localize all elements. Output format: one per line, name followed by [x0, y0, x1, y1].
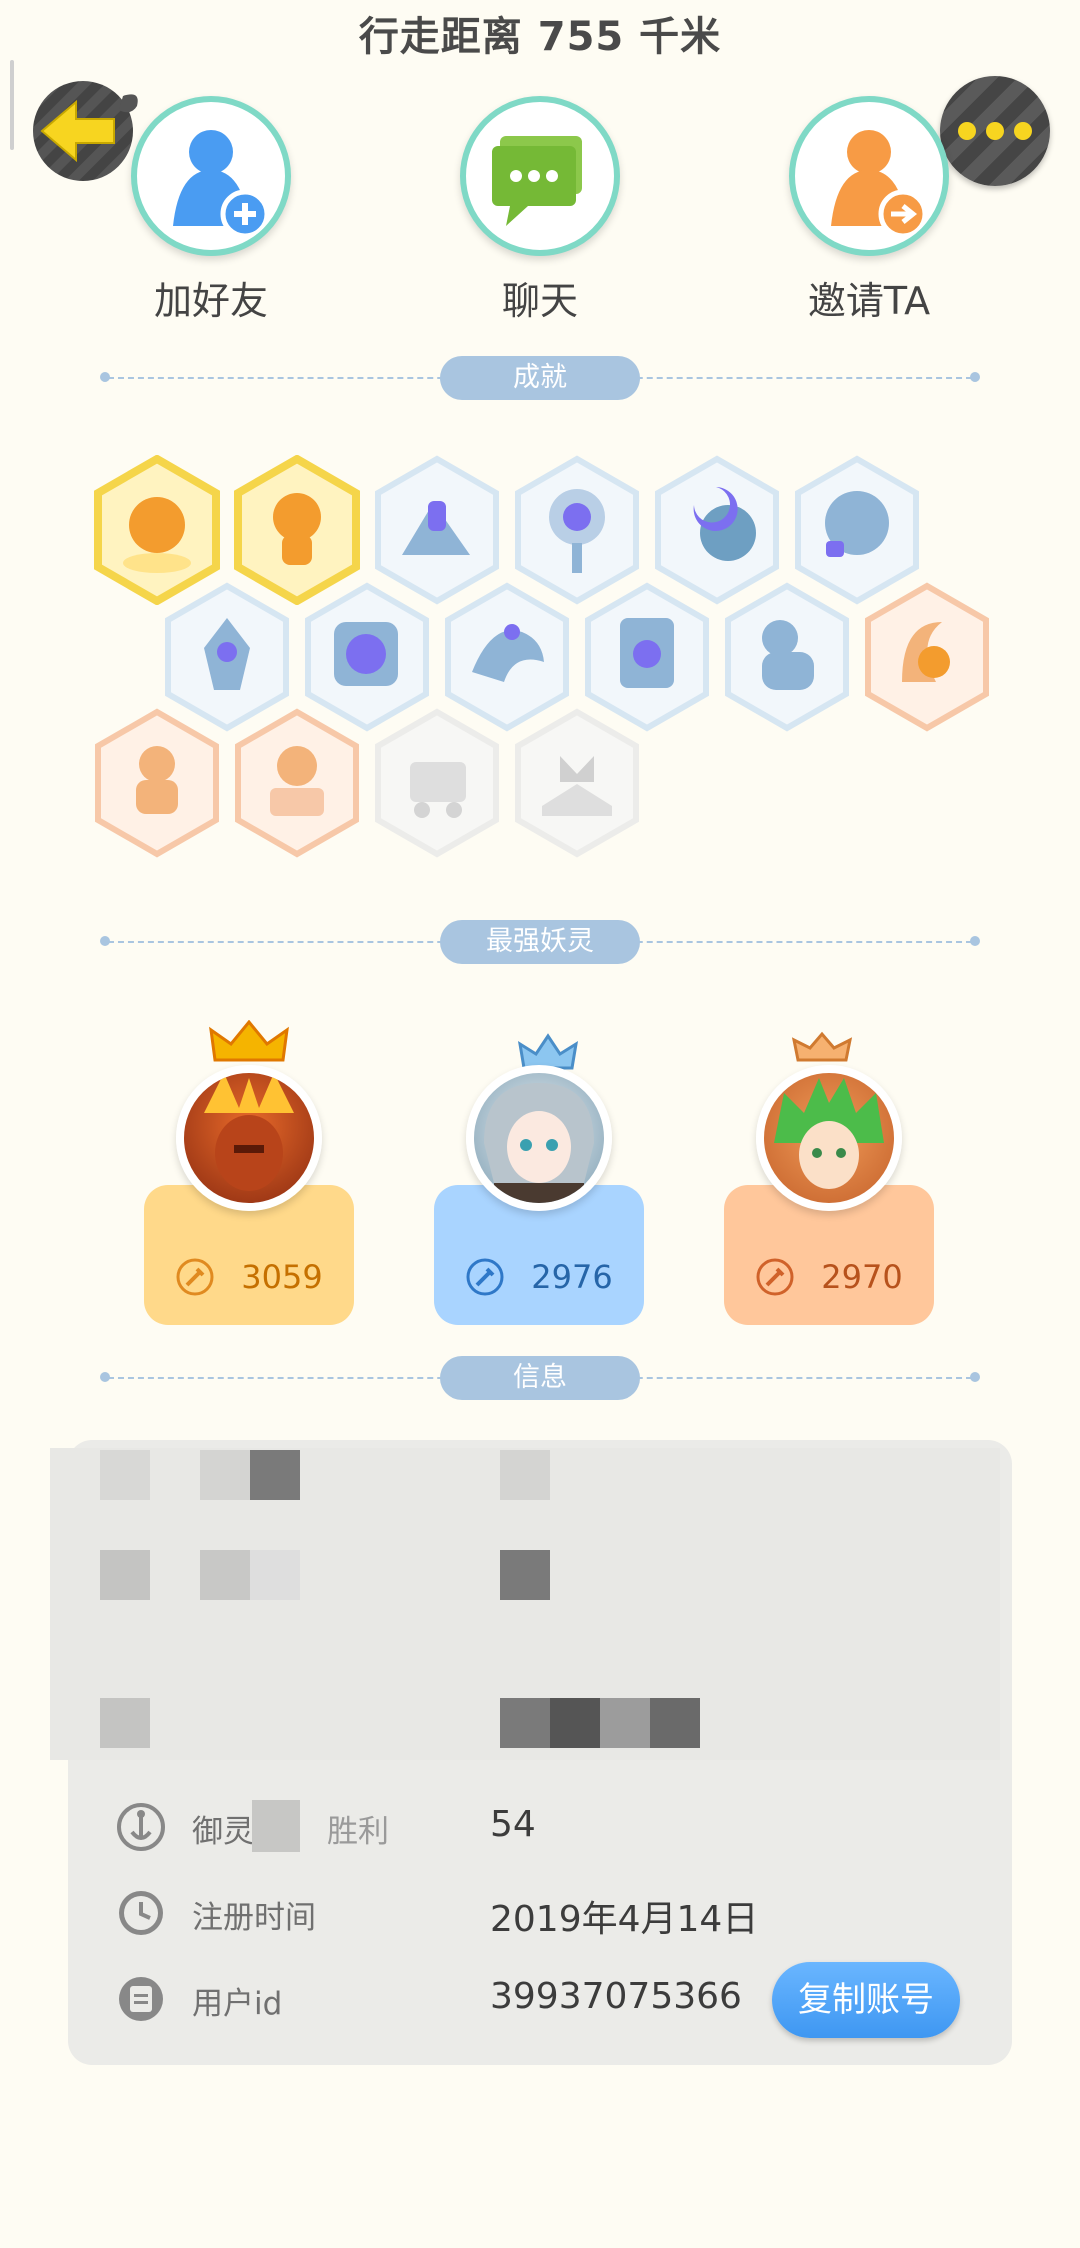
spirit-icon — [117, 1803, 165, 1851]
info-section-header: 信息 — [100, 1356, 980, 1400]
info-key-suffix: 胜利 — [327, 1814, 389, 1850]
clock-icon — [119, 1891, 163, 1935]
achievement-badge[interactable] — [512, 708, 642, 858]
achievement-badge[interactable] — [722, 582, 852, 732]
achievement-badges — [0, 0, 1080, 900]
info-row-register-time: 注册时间 2019年4月14日 — [112, 1882, 972, 1942]
spirit-score: 2970 — [724, 1252, 934, 1302]
sword-icon — [466, 1258, 504, 1296]
spirit-portrait — [466, 1065, 612, 1211]
spirit-score-value: 3059 — [241, 1258, 323, 1296]
info-value: 39937075366 — [490, 1976, 742, 2017]
sword-icon — [176, 1258, 214, 1296]
redacted-area — [50, 1448, 1000, 1760]
info-key: 注册时间 — [192, 1900, 316, 1936]
spirit-card[interactable]: 2970 — [724, 1020, 934, 1325]
spirit-score-value: 2970 — [821, 1258, 903, 1296]
copy-account-button[interactable]: 复制账号 — [772, 1962, 960, 2038]
info-title: 信息 — [440, 1356, 640, 1400]
spirit-portrait — [756, 1065, 902, 1211]
achievement-badge[interactable] — [372, 708, 502, 858]
achievement-badge[interactable] — [862, 582, 992, 732]
spirit-portrait — [176, 1065, 322, 1211]
crown-gold-icon — [209, 1020, 289, 1062]
info-value: 54 — [490, 1804, 536, 1845]
info-value: 2019年4月14日 — [490, 1899, 759, 1940]
achievement-badge[interactable] — [92, 708, 222, 858]
spirit-card[interactable]: 2976 — [434, 1020, 644, 1325]
info-row-spirit-wins: 御灵 胜利 54 — [112, 1796, 972, 1856]
spirit-card[interactable]: 3059 — [144, 1020, 354, 1325]
strongest-title: 最强妖灵 — [440, 920, 640, 964]
spirit-score: 3059 — [144, 1252, 354, 1302]
spirit-score-value: 2976 — [531, 1258, 613, 1296]
info-key: 御灵 — [192, 1814, 254, 1850]
achievement-badge[interactable] — [232, 708, 362, 858]
sword-icon — [756, 1258, 794, 1296]
info-key: 用户id — [192, 1986, 283, 2022]
spirit-score: 2976 — [434, 1252, 644, 1302]
strongest-section-header: 最强妖灵 — [100, 920, 980, 964]
id-card-icon — [119, 1977, 163, 2021]
